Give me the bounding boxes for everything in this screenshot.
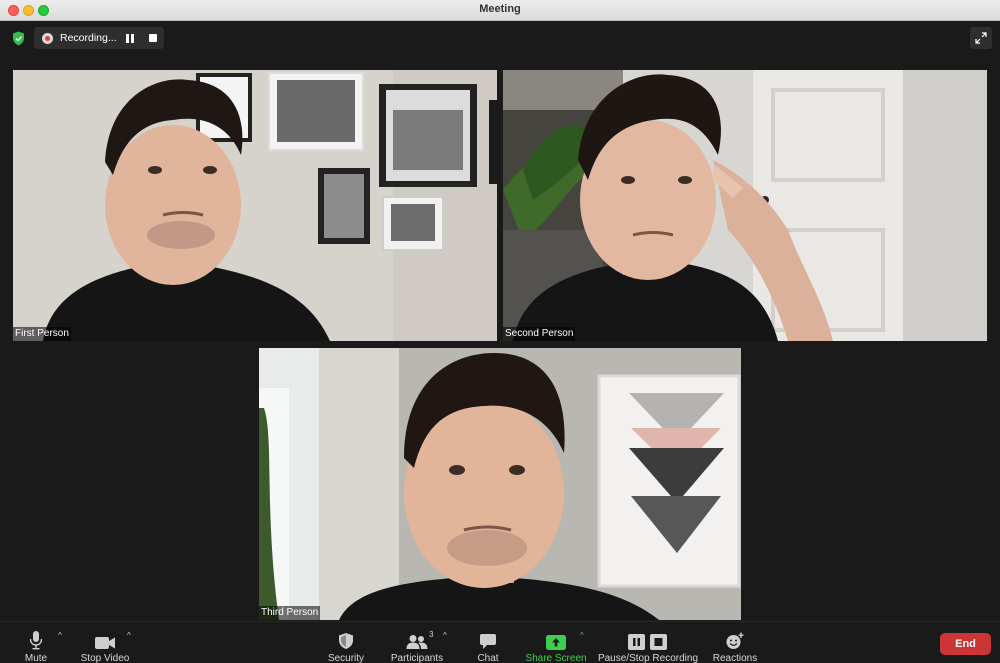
pause-icon[interactable] [126, 34, 134, 43]
reactions-button[interactable]: Reactions [711, 622, 759, 663]
chat-label: Chat [477, 653, 499, 663]
participant-name-tag: Second Person [503, 327, 576, 341]
stop-video-label: Stop Video [80, 653, 130, 663]
stop-icon[interactable] [149, 34, 157, 42]
participants-button[interactable]: Participants [388, 622, 446, 663]
pause-stop-recording-label: Pause/Stop Recording [597, 653, 699, 663]
pause-stop-recording-icon [628, 634, 667, 650]
shield-icon[interactable] [12, 31, 25, 46]
security-icon [339, 633, 353, 649]
share-screen-options-caret[interactable]: ^ [580, 631, 584, 640]
participants-label: Participants [390, 653, 444, 663]
video-tile-third-person[interactable]: Third Person [259, 348, 741, 620]
video-tile-first-person[interactable]: First Person [13, 70, 497, 341]
share-screen-label: Share Screen [525, 653, 587, 663]
video-tile-second-person[interactable]: Second Person [503, 70, 987, 341]
mute-options-caret[interactable]: ^ [58, 631, 62, 640]
video-options-caret[interactable]: ^ [127, 631, 131, 640]
recording-indicator: Recording... [34, 27, 164, 49]
participant-video [259, 348, 741, 620]
chat-icon [480, 634, 496, 649]
mute-label: Mute [24, 653, 48, 663]
security-button[interactable]: Security [324, 622, 368, 663]
participant-name-tag: Third Person [259, 606, 321, 620]
share-screen-icon [546, 635, 566, 650]
mute-button[interactable]: Mute [18, 622, 54, 663]
participants-count: 3 [429, 630, 434, 639]
meeting-area: Recording... First Person Second Person … [0, 21, 1000, 621]
video-camera-icon [95, 637, 115, 649]
meeting-toolbar: Mute ^ Stop Video ^ Security Participant… [0, 621, 1000, 663]
recording-label: Recording... [60, 32, 117, 44]
participant-video [503, 70, 987, 341]
record-icon [42, 33, 53, 44]
security-label: Security [327, 653, 365, 663]
reactions-label: Reactions [712, 653, 758, 663]
window-titlebar: Meeting [0, 0, 1000, 21]
participants-options-caret[interactable]: ^ [443, 631, 447, 640]
participant-name-tag: First Person [13, 327, 71, 341]
reactions-icon [726, 632, 744, 649]
fullscreen-icon[interactable] [970, 27, 992, 49]
microphone-icon [29, 631, 43, 650]
end-meeting-button[interactable]: End [940, 633, 991, 655]
participants-icon [406, 635, 428, 649]
stop-video-button[interactable]: Stop Video [78, 622, 132, 663]
pause-stop-recording-button[interactable]: Pause/Stop Recording [597, 622, 699, 663]
chat-button[interactable]: Chat [474, 622, 502, 663]
window-title: Meeting [479, 3, 521, 15]
share-screen-button[interactable]: Share Screen [524, 622, 588, 663]
participant-video [13, 70, 497, 341]
